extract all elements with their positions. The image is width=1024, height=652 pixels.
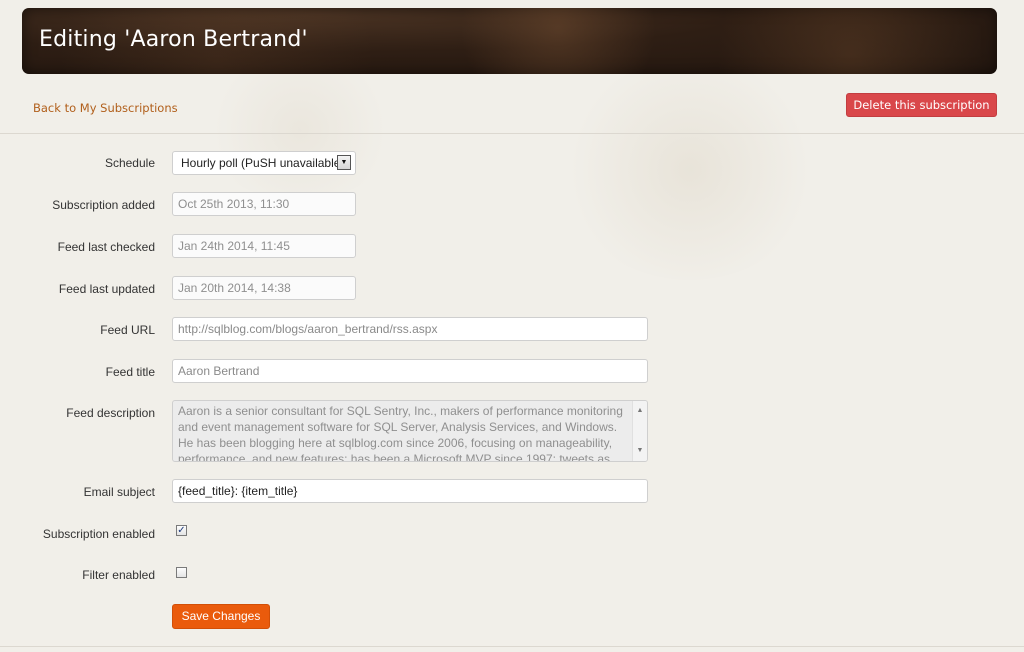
background-stain bbox=[200, 60, 400, 200]
subscription-enabled-checkbox[interactable]: ✓ bbox=[176, 525, 187, 536]
feed-last-updated-field: Jan 20th 2014, 14:38 bbox=[172, 276, 356, 300]
save-changes-button[interactable]: Save Changes bbox=[172, 604, 270, 629]
subscription-added-label: Subscription added bbox=[52, 198, 155, 212]
feed-url-field[interactable]: http://sqlblog.com/blogs/aaron_bertrand/… bbox=[172, 317, 648, 341]
chevron-down-icon[interactable]: ▼ bbox=[337, 155, 351, 170]
filter-enabled-label: Filter enabled bbox=[82, 568, 155, 582]
page-header: Editing 'Aaron Bertrand' bbox=[22, 8, 997, 74]
email-subject-field[interactable]: {feed_title}: {item_title} bbox=[172, 479, 648, 503]
feed-description-scrollbar[interactable]: ▲ ▼ bbox=[632, 401, 647, 461]
feed-description-text: Aaron is a senior consultant for SQL Sen… bbox=[178, 404, 623, 462]
delete-subscription-button[interactable]: Delete this subscription bbox=[846, 93, 997, 117]
feed-last-checked-label: Feed last checked bbox=[57, 240, 155, 254]
feed-last-checked-field: Jan 24th 2014, 11:45 bbox=[172, 234, 356, 258]
scroll-up-icon[interactable]: ▲ bbox=[633, 403, 647, 419]
email-subject-label: Email subject bbox=[83, 485, 155, 499]
subscription-enabled-label: Subscription enabled bbox=[42, 527, 155, 541]
page-title: Editing 'Aaron Bertrand' bbox=[39, 27, 308, 52]
bottom-divider bbox=[0, 646, 1024, 647]
feed-url-label: Feed URL bbox=[100, 323, 155, 337]
feed-description-textarea[interactable]: Aaron is a senior consultant for SQL Sen… bbox=[172, 400, 648, 462]
schedule-select[interactable]: Hourly poll (PuSH unavailable) ▼ bbox=[172, 151, 356, 175]
subscription-added-field: Oct 25th 2013, 11:30 bbox=[172, 192, 356, 216]
scroll-down-icon[interactable]: ▼ bbox=[633, 443, 647, 459]
feed-title-field[interactable]: Aaron Bertrand bbox=[172, 359, 648, 383]
schedule-label: Schedule bbox=[104, 156, 155, 170]
check-icon: ✓ bbox=[177, 525, 186, 536]
background-stain bbox=[560, 60, 820, 280]
top-divider bbox=[0, 133, 1024, 134]
feed-last-updated-label: Feed last updated bbox=[58, 282, 155, 296]
back-to-subscriptions-link[interactable]: Back to My Subscriptions bbox=[33, 101, 178, 115]
feed-title-label: Feed title bbox=[105, 365, 155, 379]
feed-description-label: Feed description bbox=[66, 406, 155, 420]
schedule-selected-value: Hourly poll (PuSH unavailable) bbox=[181, 156, 345, 170]
filter-enabled-checkbox[interactable] bbox=[176, 567, 187, 578]
